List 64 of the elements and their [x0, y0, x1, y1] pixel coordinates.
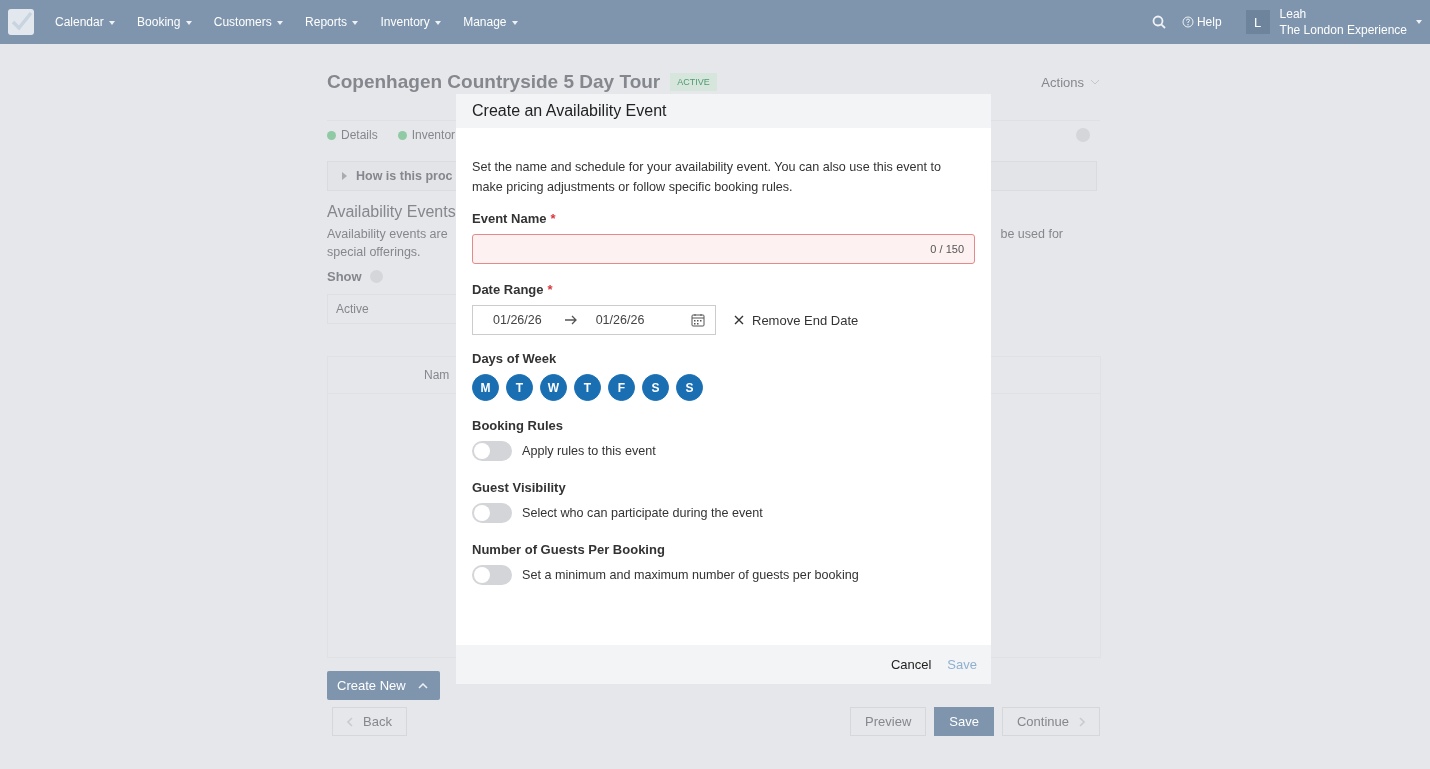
status-badge: ACTIVE [670, 73, 717, 91]
chevron-right-icon [1079, 716, 1085, 727]
day-toggle[interactable]: T [506, 374, 533, 401]
user-avatar[interactable]: L [1245, 10, 1270, 34]
close-icon [734, 315, 744, 325]
day-toggle[interactable]: T [574, 374, 601, 401]
search-icon[interactable] [1151, 15, 1166, 29]
column-header: Nam [424, 368, 450, 382]
required-mark: * [550, 211, 556, 226]
intro-text: Set the name and schedule for your availability event. You can also use this event to make pricing adjustments or follow specific booking rules. [472, 159, 943, 196]
progress-step[interactable]: Details [327, 128, 378, 142]
section-title: Availability Events [327, 203, 456, 221]
nav-menu[interactable]: Inventory [380, 15, 442, 29]
continue-button[interactable]: Continue [1001, 707, 1100, 736]
actions-menu[interactable]: Actions [1041, 74, 1100, 90]
day-toggle[interactable]: S [676, 374, 703, 401]
banner-text[interactable]: How is this proc [356, 169, 453, 183]
event-name-field[interactable]: 0 / 150 [472, 234, 975, 264]
chevron-up-icon [417, 682, 428, 689]
nav-menu[interactable]: Calendar [55, 15, 116, 29]
field-label: Date Range [472, 282, 544, 297]
nav-menu[interactable]: Reports [305, 15, 359, 29]
day-toggle[interactable]: F [608, 374, 635, 401]
modal-title: Create an Availability Event [472, 102, 667, 120]
field-label: Booking Rules [472, 418, 563, 433]
remove-end-date-button[interactable]: Remove End Date [734, 312, 859, 328]
help-link[interactable]: Help [1181, 15, 1222, 29]
user-name[interactable]: Leah [1279, 6, 1407, 22]
toggle-switch[interactable] [472, 565, 512, 585]
show-label: Show [327, 269, 362, 284]
field-label: Event Name [472, 211, 547, 226]
nav-menu[interactable]: Manage [463, 15, 518, 29]
checkmark-logo-icon[interactable] [8, 9, 34, 35]
cancel-button[interactable]: Cancel [884, 653, 938, 676]
toggle-label: Select who can participate during the event [522, 506, 763, 520]
toggle-label: Apply rules to this event [522, 444, 656, 458]
calendar-icon[interactable] [691, 313, 705, 327]
nav-menu[interactable]: Customers [213, 15, 284, 29]
field-label: Number of Guests Per Booking [472, 542, 665, 557]
toggle-switch[interactable] [472, 441, 512, 461]
chevron-left-icon [347, 716, 353, 727]
field-label: Guest Visibility [472, 480, 566, 495]
date-range-field[interactable]: 01/26/26 01/26/26 [472, 305, 716, 335]
field-label: Days of Week [472, 351, 557, 366]
day-toggle[interactable]: S [642, 374, 669, 401]
section-description: be used for [1000, 227, 1063, 241]
nav-menu[interactable]: Booking [137, 15, 192, 29]
company-name[interactable]: The London Experience [1279, 22, 1407, 38]
chevron-down-icon [1090, 79, 1100, 85]
section-description: special offerings. [327, 245, 421, 259]
preview-button[interactable]: Preview [850, 707, 927, 736]
toggle-switch[interactable] [472, 503, 512, 523]
day-toggle[interactable]: W [540, 374, 567, 401]
day-toggle[interactable]: M [472, 374, 499, 401]
arrow-right-icon [563, 315, 578, 325]
caret-icon[interactable] [1416, 20, 1422, 24]
toggle-label: Set a minimum and maximum number of guests per booking [522, 568, 859, 582]
back-button[interactable]: Back [332, 707, 407, 736]
section-description: Availability events are [327, 227, 448, 241]
progress-step[interactable]: Inventor [397, 128, 456, 142]
product-title: Copenhagen Countryside 5 Day Tour [327, 71, 661, 93]
required-mark: * [547, 282, 553, 297]
create-new-button[interactable]: Create New [327, 671, 440, 700]
save-button[interactable]: Save [934, 707, 994, 736]
